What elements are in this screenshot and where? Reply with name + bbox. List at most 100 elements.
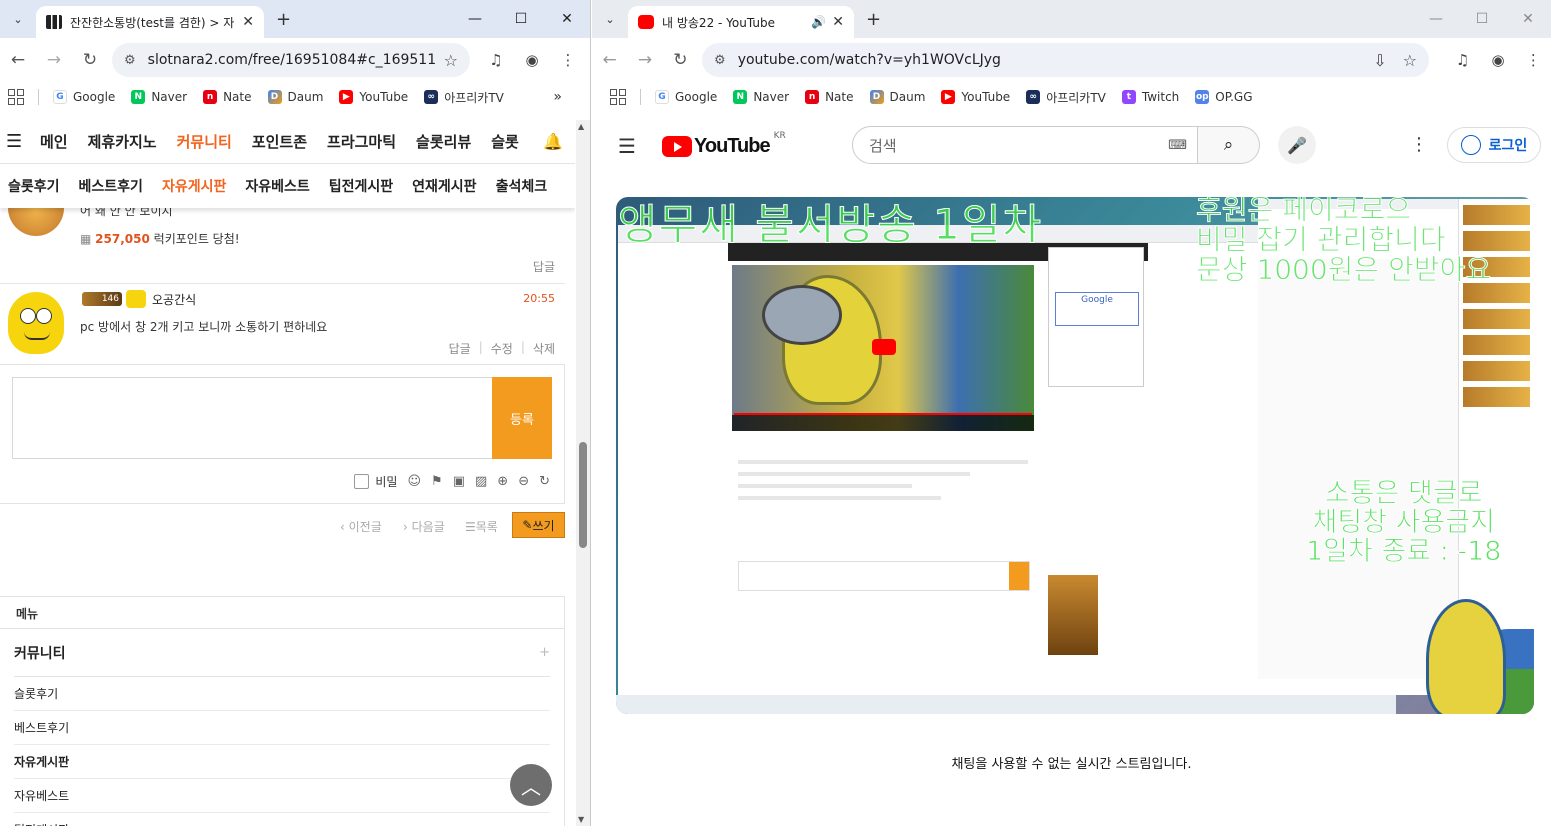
- plus-circle-icon[interactable]: ⊕: [497, 474, 508, 489]
- subnav-free-best[interactable]: 자유베스트: [245, 176, 309, 196]
- menu-item[interactable]: 팁전게시판: [14, 813, 550, 826]
- menu-item[interactable]: 자유베스트: [14, 779, 550, 813]
- search-button[interactable]: ⌕: [1198, 126, 1260, 164]
- minus-circle-icon[interactable]: ⊖: [518, 474, 529, 489]
- hamburger-menu-icon[interactable]: ☰: [592, 134, 662, 158]
- tab-search-button[interactable]: ⌄: [598, 7, 622, 31]
- back-icon[interactable]: ←: [592, 50, 627, 70]
- list-link[interactable]: ☰목록: [465, 518, 498, 535]
- reply-link[interactable]: 답글: [533, 258, 555, 275]
- bookmark-naver[interactable]: N Naver: [733, 90, 789, 104]
- close-window-icon[interactable]: ✕: [544, 11, 590, 27]
- comment-nickname[interactable]: 오공간식: [152, 291, 196, 308]
- scrollbar-thumb[interactable]: [579, 442, 587, 548]
- browser-tab-active[interactable]: 내 방송22 - YouTube 🔊 ✕: [628, 6, 854, 38]
- bookmark-google[interactable]: G Google: [655, 90, 717, 104]
- image-icon[interactable]: ▨: [475, 474, 487, 489]
- reload-icon[interactable]: ↻: [663, 50, 698, 70]
- bookmark-afreecatv[interactable]: ∞ 아프리카TV: [424, 89, 504, 106]
- nav-casino[interactable]: 제휴카지노: [88, 131, 157, 152]
- video-icon[interactable]: ▣: [453, 474, 465, 489]
- bookmark-google[interactable]: G Google: [53, 90, 115, 104]
- youtube-logo[interactable]: YouTube KR: [662, 131, 786, 158]
- close-window-icon[interactable]: ✕: [1505, 11, 1551, 27]
- profile-icon[interactable]: ◉: [514, 51, 550, 69]
- profile-icon[interactable]: ◉: [1480, 51, 1515, 69]
- close-tab-icon[interactable]: ✕: [832, 14, 844, 30]
- scroll-to-top-button[interactable]: ︿: [510, 764, 552, 806]
- subnav-free-board[interactable]: 자유게시판: [162, 176, 226, 196]
- bookmark-nate[interactable]: n Nate: [805, 90, 854, 104]
- nav-slot-review[interactable]: 슬롯리뷰: [416, 131, 471, 152]
- tab-search-button[interactable]: ⌄: [6, 7, 30, 31]
- bookmark-youtube[interactable]: ▶ YouTube: [339, 90, 408, 104]
- media-control-icon[interactable]: ♫: [1445, 51, 1480, 69]
- bookmark-naver[interactable]: N Naver: [131, 90, 187, 104]
- menu-item[interactable]: 슬롯후기: [14, 677, 550, 711]
- media-control-icon[interactable]: ♫: [478, 51, 514, 69]
- video-player[interactable]: Google 앵무새 불서방송 1일차 후원은 페이코로으 비밀 잡기 관리합니…: [616, 197, 1534, 714]
- minimize-icon[interactable]: —: [452, 11, 498, 27]
- address-bar[interactable]: ⚙ slotnara2.com/free/16951084#c_16951133…: [112, 43, 470, 77]
- install-app-icon[interactable]: ⇩: [1373, 51, 1386, 70]
- site-info-icon[interactable]: ⚙: [714, 53, 726, 68]
- maximize-icon[interactable]: ☐: [1459, 11, 1505, 27]
- settings-dots-icon[interactable]: ⋮: [1410, 134, 1428, 155]
- maximize-icon[interactable]: ☐: [498, 11, 544, 27]
- nav-pragmatic[interactable]: 프라그마틱: [327, 131, 396, 152]
- bookmark-nate[interactable]: n Nate: [203, 90, 252, 104]
- submit-comment-button[interactable]: 등록: [492, 377, 552, 459]
- expand-plus-icon[interactable]: +: [539, 645, 550, 660]
- flag-icon[interactable]: ⚑: [431, 474, 443, 489]
- reload-icon[interactable]: ↻: [72, 50, 108, 70]
- address-bar[interactable]: ⚙ youtube.com/watch?v=yh1WOVcLJyg ⇩ ☆: [702, 43, 1429, 77]
- subnav-attendance[interactable]: 출석체크: [496, 176, 548, 196]
- forward-icon[interactable]: →: [36, 50, 72, 70]
- subnav-best-review[interactable]: 베스트후기: [79, 176, 143, 196]
- voice-search-button[interactable]: 🎤: [1278, 126, 1316, 164]
- bookmark-afreecatv[interactable]: ∞ 아프리카TV: [1026, 89, 1106, 106]
- refresh-icon[interactable]: ↻: [539, 474, 550, 489]
- search-input[interactable]: 검색 ⌨: [852, 126, 1198, 164]
- bookmark-twitch[interactable]: t Twitch: [1121, 90, 1179, 104]
- bookmark-daum[interactable]: D Daum: [267, 90, 323, 104]
- hamburger-menu-icon[interactable]: ☰: [0, 131, 40, 152]
- delete-link[interactable]: 삭제: [533, 340, 555, 357]
- bookmark-daum[interactable]: D Daum: [869, 90, 925, 104]
- subnav-tip-board[interactable]: 팁전게시판: [329, 176, 393, 196]
- reply-link[interactable]: 답글: [449, 340, 471, 357]
- menu-item[interactable]: 자유게시판: [14, 745, 550, 779]
- keyboard-icon[interactable]: ⌨: [1168, 138, 1187, 153]
- close-tab-icon[interactable]: ✕: [242, 14, 254, 30]
- prev-post-link[interactable]: ‹ 이전글: [340, 518, 382, 535]
- forward-icon[interactable]: →: [627, 50, 662, 70]
- bookmark-opgg[interactable]: op OP.GG: [1195, 90, 1253, 104]
- apps-grid-icon[interactable]: [610, 89, 626, 105]
- subnav-slot-review[interactable]: 슬롯후기: [8, 176, 60, 196]
- bookmark-star-icon[interactable]: ☆: [1403, 51, 1417, 70]
- browser-tab-active[interactable]: 잔잔한소통방(test를 겸한) > 자 ✕: [36, 6, 264, 38]
- menu-dots-icon[interactable]: ⋮: [1516, 51, 1551, 69]
- comment-textarea[interactable]: [12, 377, 492, 459]
- next-post-link[interactable]: › 다음글: [403, 518, 445, 535]
- nav-community[interactable]: 커뮤니티: [177, 131, 232, 152]
- edit-link[interactable]: 수정: [491, 340, 513, 357]
- login-button[interactable]: 로그인: [1447, 127, 1541, 163]
- secret-checkbox[interactable]: [354, 474, 370, 489]
- write-post-button[interactable]: ✎ 쓰기: [512, 512, 565, 538]
- apps-grid-icon[interactable]: [8, 89, 24, 105]
- menu-item[interactable]: 베스트후기: [14, 711, 550, 745]
- minimize-icon[interactable]: —: [1413, 11, 1459, 27]
- nav-slot[interactable]: 슬롯: [491, 131, 519, 152]
- nav-main[interactable]: 메인: [40, 131, 68, 152]
- new-tab-button[interactable]: +: [276, 9, 291, 30]
- nav-pointzone[interactable]: 포인트존: [252, 131, 307, 152]
- site-info-icon[interactable]: ⚙: [124, 53, 136, 68]
- page-scrollbar[interactable]: ▲ ▼: [576, 120, 590, 826]
- speaker-icon[interactable]: 🔊: [811, 15, 826, 29]
- bell-icon[interactable]: 🔔: [543, 132, 563, 151]
- menu-dots-icon[interactable]: ⋮: [550, 51, 586, 69]
- bookmark-star-icon[interactable]: ☆: [444, 51, 458, 70]
- back-icon[interactable]: ←: [0, 50, 36, 70]
- emoji-icon[interactable]: ☺: [407, 474, 421, 489]
